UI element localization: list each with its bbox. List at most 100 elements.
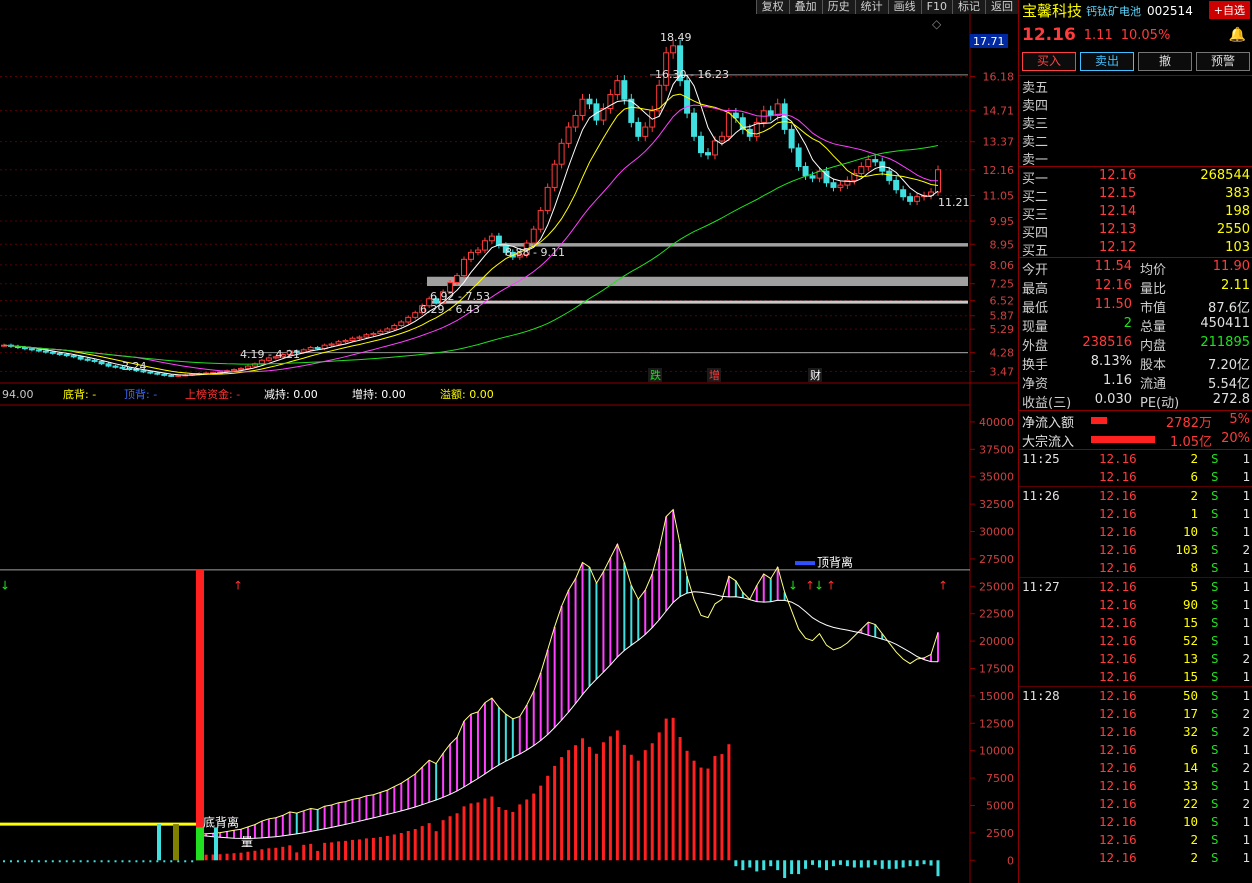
tick-price: 12.16 [1099, 451, 1137, 466]
candle-body [356, 336, 363, 339]
bid-row[interactable]: 买三 12.14 198 [1019, 203, 1252, 223]
tick-count: 1 [1242, 850, 1250, 865]
y-tick-label: 6.52 [990, 295, 1015, 308]
candle-body [335, 341, 342, 345]
candle-body [530, 228, 537, 244]
flow-value: 1.05亿 [1170, 435, 1212, 450]
volume-bar [713, 756, 717, 861]
candle-body [370, 333, 377, 336]
tick-count: 1 [1242, 778, 1250, 793]
cancel-button[interactable]: 撤 [1138, 52, 1192, 71]
price-line: 12.16 1.11 10.05% [1019, 21, 1252, 49]
bid-row[interactable]: 买五 12.12 103 [1019, 239, 1252, 259]
tick-side: S [1211, 615, 1219, 630]
indicator-bar [121, 860, 124, 863]
tick-volume: 50 [1182, 688, 1198, 703]
volume-bar [539, 785, 543, 861]
tick-side: S [1211, 688, 1219, 703]
quote-label: 量比 [1140, 282, 1167, 297]
candle-body [551, 163, 558, 188]
quote-label: 总量 [1140, 320, 1167, 335]
tick-side: S [1211, 742, 1219, 757]
stock-concept[interactable]: 钙钛矿电池 [1086, 3, 1141, 19]
tick-volume: 8 [1190, 560, 1198, 575]
volume-bar [434, 831, 438, 861]
volume-bar [295, 852, 299, 861]
candle-body [900, 189, 907, 198]
tick-row: 12.16 2 S 1 [1019, 831, 1252, 849]
tick-row: 12.16 10 S 1 [1019, 813, 1252, 831]
tick-volume: 2 [1190, 850, 1198, 865]
tick-side: S [1211, 814, 1219, 829]
volume-bar [908, 860, 912, 867]
volume-bar [894, 860, 898, 869]
candle-body [670, 45, 677, 54]
tick-list[interactable]: 11:25 12.16 2 S 1 12.16 6 S 1 11:26 12.16 2 S 1 12.16 1… [1019, 450, 1252, 867]
alert-button[interactable]: 预警 [1196, 52, 1250, 71]
resistance-band [500, 243, 968, 247]
tick-side: S [1211, 560, 1219, 575]
volume-bar [685, 750, 689, 861]
candle-body [886, 170, 893, 181]
tick-count: 1 [1242, 669, 1250, 684]
ask-row[interactable]: 卖一 [1019, 148, 1252, 168]
tick-row: 12.16 10 S 1 [1019, 523, 1252, 541]
quote-value: 12.16 [1094, 278, 1132, 293]
bid-row[interactable]: 买一 12.16 268544 [1019, 167, 1252, 187]
buy-button[interactable]: 买入 [1022, 52, 1076, 71]
toolbar-button-7[interactable]: 返回 [985, 0, 1018, 14]
volume-bar [831, 860, 835, 867]
event-marker: 跌 [650, 368, 661, 382]
toolbar-button-3[interactable]: 统计 [854, 0, 888, 14]
quote-value: 11.54 [1094, 259, 1132, 274]
quote-label: 市值 [1140, 301, 1167, 316]
kline-chart-area[interactable]: 16.18 14.71 13.37 12.16 11.05 9.95 8.95 8.06 7.2… [0, 0, 1018, 883]
tick-count: 1 [1242, 579, 1250, 594]
volume-bar [650, 743, 654, 861]
volume-bar [330, 842, 334, 861]
tick-side: S [1211, 669, 1219, 684]
volume-bar [253, 850, 257, 861]
indicator-bar [51, 860, 54, 863]
ask-row[interactable]: 卖五 [1019, 76, 1252, 96]
tick-volume: 2 [1190, 451, 1198, 466]
indicator-legend-item: 底背: - [63, 387, 96, 401]
quote-value: 450411 [1200, 316, 1250, 331]
tick-side: S [1211, 488, 1219, 503]
bid-row[interactable]: 买四 12.13 2550 [1019, 221, 1252, 241]
tick-price: 12.16 [1099, 669, 1137, 684]
add-watchlist-button[interactable]: +自选 [1208, 1, 1250, 19]
toolbar-button-2[interactable]: 历史 [821, 0, 855, 14]
quote-row: 收益(三) 0.030 PE(动) 272.8 [1019, 391, 1252, 411]
ask-row[interactable]: 卖四 [1019, 94, 1252, 114]
candle-body [858, 166, 865, 174]
quote-label: 净资 [1022, 377, 1049, 392]
divergence-label: 顶背离 [817, 555, 853, 570]
toolbar-button-4[interactable]: 画线 [887, 0, 921, 14]
toolbar-button-0[interactable]: 复权 [755, 0, 789, 14]
toolbar-button-1[interactable]: 叠加 [788, 0, 822, 14]
toolbar-button-5[interactable]: F10 [920, 0, 952, 14]
bid-row[interactable]: 买二 12.15 383 [1019, 185, 1252, 205]
quote-label: 流通 [1140, 377, 1167, 392]
bid-volume: 198 [1225, 204, 1250, 219]
y-tick-label: 13.37 [983, 136, 1015, 149]
toolbar-button-6[interactable]: 标记 [952, 0, 985, 14]
tick-side: S [1211, 579, 1219, 594]
ask-row[interactable]: 卖三 [1019, 112, 1252, 132]
volume-bar [629, 754, 633, 861]
trade-buttons: 买入 卖出 撤 预警 [1019, 49, 1252, 75]
volume-bar [525, 799, 529, 861]
y-tick-label: 3.47 [990, 365, 1015, 378]
bell-icon[interactable]: 🔔 [1229, 27, 1246, 43]
tick-volume: 22 [1182, 796, 1198, 811]
tick-count: 1 [1242, 633, 1250, 648]
candle-body [412, 312, 419, 318]
quote-row: 现量 2 总量 450411 [1019, 315, 1252, 335]
volume-bar [546, 775, 550, 861]
sell-button[interactable]: 卖出 [1080, 52, 1134, 71]
quote-value: 2 [1123, 316, 1132, 331]
volume-bar [804, 860, 808, 869]
ask-row[interactable]: 卖二 [1019, 130, 1252, 150]
y-tick-label: 40000 [979, 416, 1014, 429]
